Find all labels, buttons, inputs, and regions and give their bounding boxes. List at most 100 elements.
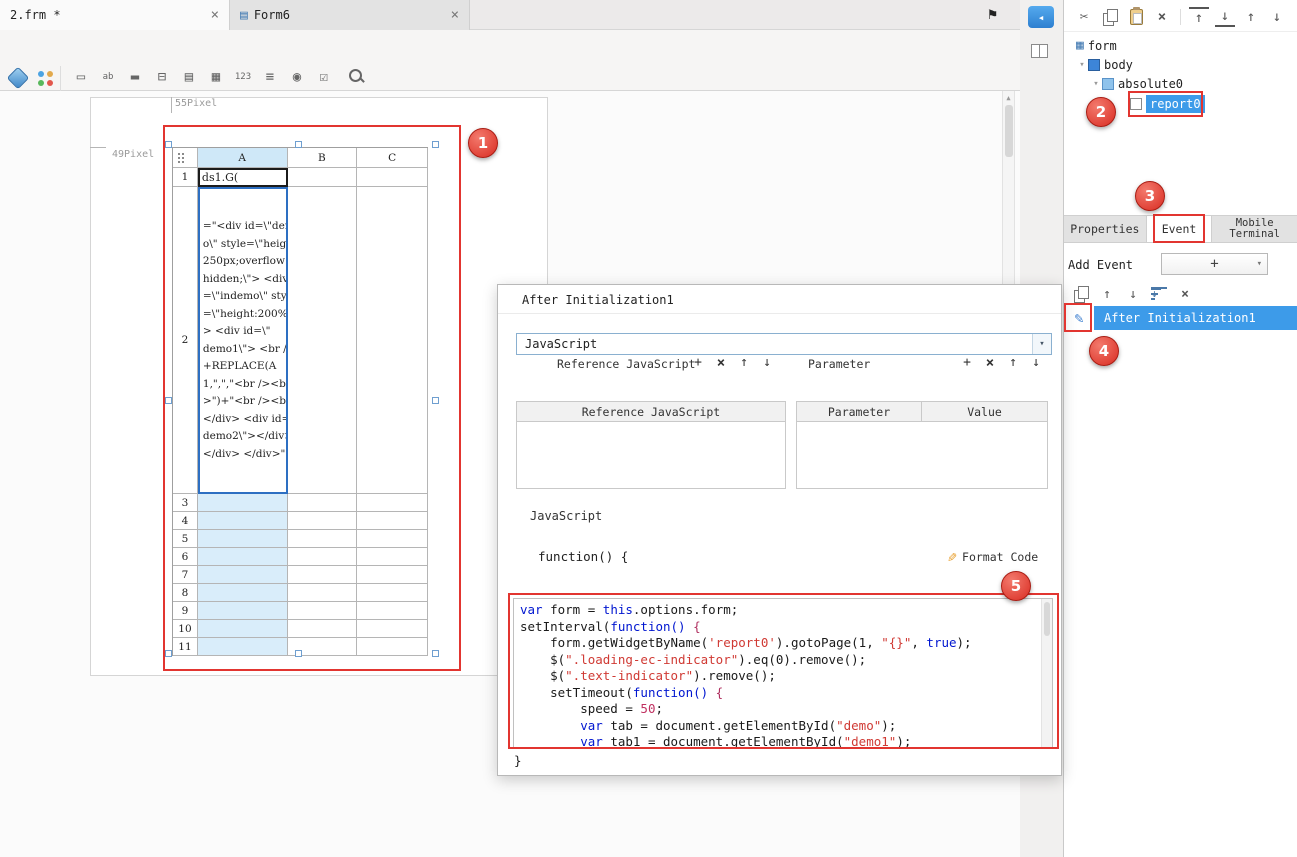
grid-cell[interactable] [357,187,428,494]
tree-item-form[interactable]: ▦ form [1064,36,1297,55]
grid-cell[interactable] [198,494,288,512]
javascript-code-editor[interactable]: var form = this.options.form;setInterval… [513,598,1053,748]
grid-cell[interactable] [357,566,428,584]
column-header-b[interactable]: B [288,148,358,168]
tree-item-absolute0[interactable]: ▾ absolute0 [1064,74,1297,93]
grid-cell[interactable] [357,548,428,566]
row-header[interactable]: 5 [173,530,198,548]
grid-cell[interactable] [198,602,288,620]
selection-handle[interactable] [295,141,302,148]
grid-cell[interactable] [288,584,358,602]
editor-scrollbar[interactable] [1041,599,1052,747]
scrollbar-thumb[interactable] [1005,105,1013,157]
row-header[interactable]: 4 [173,512,198,530]
move-bottom-icon[interactable]: ↓ [1215,7,1235,27]
move-up-icon[interactable]: ↑ [1006,355,1020,371]
move-down-icon[interactable]: ↓ [1029,355,1043,371]
grid-cell[interactable] [198,620,288,638]
label-widget-icon[interactable]: ▬ [124,64,146,90]
grid-cell[interactable] [288,620,358,638]
row-header[interactable]: 10 [173,620,198,638]
row-header[interactable]: 8 [173,584,198,602]
grid-corner-handle[interactable] [173,148,198,168]
selection-handle[interactable] [432,397,439,404]
move-up-icon[interactable]: ↑ [1241,7,1261,27]
row-header[interactable]: 2 [173,187,198,494]
parameter-table-body[interactable] [797,422,1047,488]
grid-cell[interactable] [288,168,358,187]
checkbox-widget-icon[interactable]: ☑ [313,64,335,90]
column-header-c[interactable]: C [357,148,428,168]
flag-icon[interactable]: ⚑ [988,5,997,23]
delete-event-icon[interactable]: × [1176,285,1194,303]
grid-cell[interactable] [357,620,428,638]
paste-icon[interactable] [1126,7,1146,27]
tree-item-body[interactable]: ▾ body [1064,55,1297,74]
selection-handle[interactable] [165,397,172,404]
tab-form6[interactable]: ▤ Form6 × [230,0,470,30]
format-brush-icon[interactable] [7,67,30,90]
event-type-select[interactable]: JavaScript ▾ [516,333,1052,355]
move-up-icon[interactable]: ↑ [737,355,751,371]
query-widget-icon[interactable] [346,64,366,90]
grid-cell[interactable] [357,584,428,602]
delete-icon[interactable]: × [714,355,728,371]
collapse-icon[interactable]: ▾ [1090,79,1102,89]
grid-cell[interactable] [357,512,428,530]
grid-cell[interactable] [198,512,288,530]
grid-cell[interactable] [288,494,358,512]
reference-js-table-body[interactable] [517,422,785,488]
scroll-up-icon[interactable]: ▲ [1003,91,1014,102]
grid-cell[interactable] [357,602,428,620]
edit-event-button[interactable]: ✎ [1064,306,1094,330]
button-widget-icon[interactable]: ▭ [70,64,92,90]
add-event-button[interactable]: + ▾ [1161,253,1268,275]
column-header-a[interactable]: A [198,148,288,168]
event-list-item[interactable]: After Initialization1 [1094,306,1297,330]
report-block-widget-icon[interactable]: ▦ [205,64,227,90]
row-header[interactable]: 9 [173,602,198,620]
close-icon[interactable]: × [211,8,219,22]
grid-cell[interactable] [357,494,428,512]
tab-mobile-terminal[interactable]: Mobile Terminal [1212,216,1297,242]
textarea-widget-icon[interactable]: ▤ [178,64,200,90]
selection-handle[interactable] [165,141,172,148]
move-top-icon[interactable]: ↑ [1189,7,1209,27]
parameter-pane-icon[interactable] [38,71,44,77]
move-down-icon[interactable]: ↓ [760,355,774,371]
format-code-button[interactable]: ✎ Format Code [948,545,1038,569]
grid-cell[interactable] [357,638,428,656]
collapse-icon[interactable]: ▾ [1076,60,1088,70]
grid-cell[interactable] [198,584,288,602]
grid-cell[interactable] [288,530,358,548]
row-header[interactable]: 11 [173,638,198,656]
move-event-down-icon[interactable]: ↓ [1124,285,1142,303]
number-widget-icon[interactable]: 123 [232,64,254,90]
tab-2frm[interactable]: 2.frm * × [0,0,230,30]
row-header[interactable]: 1 [173,168,198,187]
delete-icon[interactable]: × [983,355,997,371]
selection-handle[interactable] [295,650,302,657]
grid-cell[interactable] [288,602,358,620]
delete-icon[interactable]: × [1152,7,1172,27]
row-header[interactable]: 3 [173,494,198,512]
tab-event[interactable]: Event [1147,216,1213,242]
collapse-right-panel-icon[interactable]: ◂ [1028,6,1054,28]
add-icon[interactable]: + [960,355,974,371]
cell-a1[interactable]: ds1.G( [198,168,288,187]
radio-widget-icon[interactable]: ◉ [286,64,308,90]
selection-handle[interactable] [165,650,172,657]
richtext-widget-icon[interactable]: ≡ [259,64,281,90]
grid-cell[interactable] [198,530,288,548]
grid-cell[interactable] [288,512,358,530]
grid-cell[interactable] [357,168,428,187]
combobox-widget-icon[interactable]: ⊟ [151,64,173,90]
grid-cell[interactable] [198,548,288,566]
row-header[interactable]: 6 [173,548,198,566]
cell-a2[interactable]: ="<div id=\"demo\" style=\"height:250px;… [198,187,288,494]
split-view-icon[interactable] [1031,44,1048,58]
grid-cell[interactable] [288,548,358,566]
row-header[interactable]: 7 [173,566,198,584]
move-event-up-icon[interactable]: ↑ [1098,285,1116,303]
grid-cell[interactable] [198,566,288,584]
